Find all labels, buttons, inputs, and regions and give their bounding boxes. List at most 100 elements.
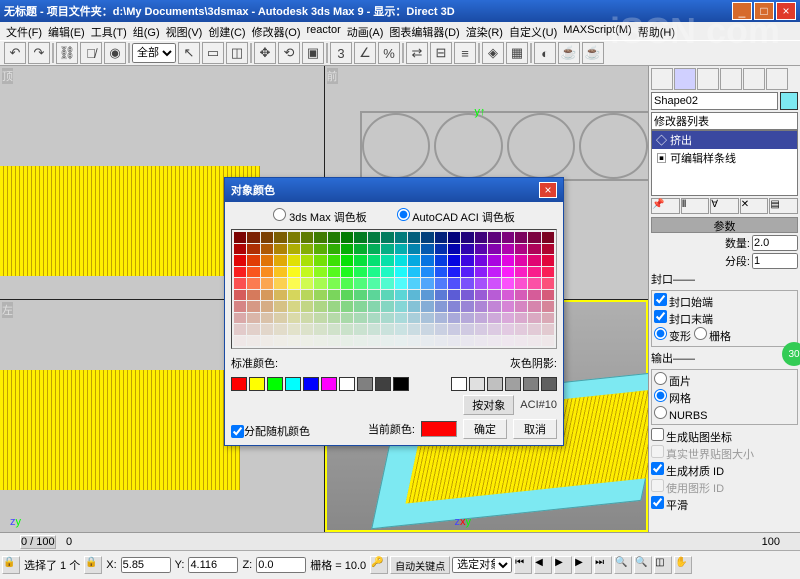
modifier-stack[interactable]: ◇ 挤出 ▣ 可编辑样条线 bbox=[651, 130, 798, 196]
render-scene-button[interactable]: ☕ bbox=[558, 42, 580, 64]
palette-cell[interactable] bbox=[354, 301, 366, 312]
modifier-item-extrude[interactable]: ◇ 挤出 bbox=[652, 131, 797, 149]
pan-button[interactable]: ✋ bbox=[674, 556, 692, 574]
palette-cell[interactable] bbox=[461, 278, 473, 289]
palette-cell[interactable] bbox=[354, 336, 366, 347]
palette-cell[interactable] bbox=[448, 324, 460, 335]
palette-cell[interactable] bbox=[408, 313, 420, 324]
palette-cell[interactable] bbox=[488, 301, 500, 312]
std-color-swatch[interactable] bbox=[375, 377, 391, 391]
palette-cell[interactable] bbox=[542, 336, 554, 347]
redo-button[interactable]: ↷ bbox=[28, 42, 50, 64]
palette-cell[interactable] bbox=[515, 336, 527, 347]
palette-cell[interactable] bbox=[314, 255, 326, 266]
palette-cell[interactable] bbox=[408, 278, 420, 289]
menu-file[interactable]: 文件(F) bbox=[4, 24, 44, 38]
menu-modifier[interactable]: 修改器(O) bbox=[250, 24, 303, 38]
menu-edit[interactable]: 编辑(E) bbox=[46, 24, 87, 38]
palette-cell[interactable] bbox=[341, 301, 353, 312]
palette-cell[interactable] bbox=[234, 255, 246, 266]
tab-motion[interactable] bbox=[720, 68, 742, 90]
palette-cell[interactable] bbox=[475, 244, 487, 255]
amount-spinner[interactable] bbox=[752, 235, 798, 251]
palette-cell[interactable] bbox=[502, 290, 514, 301]
palette-cell[interactable] bbox=[461, 313, 473, 324]
goto-start-button[interactable]: ⏮ bbox=[514, 556, 532, 574]
prev-frame-button[interactable]: ◀ bbox=[534, 556, 552, 574]
scale-button[interactable]: ▣ bbox=[302, 42, 324, 64]
dialog-close-button[interactable]: × bbox=[539, 182, 557, 198]
palette-cell[interactable] bbox=[354, 267, 366, 278]
palette-cell[interactable] bbox=[528, 336, 540, 347]
palette-cell[interactable] bbox=[381, 301, 393, 312]
palette-cell[interactable] bbox=[488, 313, 500, 324]
palette-cell[interactable] bbox=[448, 290, 460, 301]
palette-cell[interactable] bbox=[515, 244, 527, 255]
palette-cell[interactable] bbox=[341, 232, 353, 243]
palette-cell[interactable] bbox=[247, 244, 259, 255]
palette-cell[interactable] bbox=[461, 290, 473, 301]
palette-cell[interactable] bbox=[274, 290, 286, 301]
palette-cell[interactable] bbox=[435, 267, 447, 278]
palette-cell[interactable] bbox=[408, 324, 420, 335]
palette-cell[interactable] bbox=[408, 336, 420, 347]
palette-cell[interactable] bbox=[247, 232, 259, 243]
std-color-swatch[interactable] bbox=[339, 377, 355, 391]
palette-cell[interactable] bbox=[288, 324, 300, 335]
palette-cell[interactable] bbox=[328, 278, 340, 289]
modifier-list-dropdown[interactable] bbox=[651, 112, 798, 130]
palette-cell[interactable] bbox=[515, 278, 527, 289]
palette-cell[interactable] bbox=[448, 255, 460, 266]
palette-cell[interactable] bbox=[542, 278, 554, 289]
palette-cell[interactable] bbox=[381, 290, 393, 301]
time-slider-track[interactable]: 0 / 100 0 100 bbox=[0, 533, 800, 551]
gray-swatch[interactable] bbox=[451, 377, 467, 391]
palette-cell[interactable] bbox=[381, 267, 393, 278]
palette-cell[interactable] bbox=[261, 232, 273, 243]
palette-cell[interactable] bbox=[528, 232, 540, 243]
palette-cell[interactable] bbox=[247, 313, 259, 324]
palette-cell[interactable] bbox=[274, 232, 286, 243]
menu-tools[interactable]: 工具(T) bbox=[89, 24, 129, 38]
cancel-button[interactable]: 取消 bbox=[513, 419, 557, 439]
palette-cell[interactable] bbox=[288, 336, 300, 347]
palette-cell[interactable] bbox=[328, 336, 340, 347]
menu-reactor[interactable]: reactor bbox=[305, 24, 343, 38]
palette-cell[interactable] bbox=[247, 324, 259, 335]
std-color-swatch[interactable] bbox=[303, 377, 319, 391]
select-region-button[interactable]: ◫ bbox=[226, 42, 248, 64]
palette-cell[interactable] bbox=[395, 313, 407, 324]
palette-cell[interactable] bbox=[368, 267, 380, 278]
palette-cell[interactable] bbox=[421, 301, 433, 312]
palette-cell[interactable] bbox=[314, 313, 326, 324]
menu-create[interactable]: 创建(C) bbox=[206, 24, 247, 38]
palette-cell[interactable] bbox=[354, 244, 366, 255]
palette-cell[interactable] bbox=[395, 255, 407, 266]
palette-cell[interactable] bbox=[408, 232, 420, 243]
palette-cell[interactable] bbox=[515, 301, 527, 312]
std-color-swatch[interactable] bbox=[249, 377, 265, 391]
zoom-button[interactable]: 🔍 bbox=[614, 556, 632, 574]
palette-cell[interactable] bbox=[502, 244, 514, 255]
palette-cell[interactable] bbox=[274, 244, 286, 255]
palette-cell[interactable] bbox=[502, 278, 514, 289]
palette-cell[interactable] bbox=[448, 244, 460, 255]
palette-cell[interactable] bbox=[328, 244, 340, 255]
palette-cell[interactable] bbox=[395, 278, 407, 289]
palette-cell[interactable] bbox=[395, 267, 407, 278]
palette-cell[interactable] bbox=[314, 278, 326, 289]
palette-cell[interactable] bbox=[542, 313, 554, 324]
palette-cell[interactable] bbox=[234, 313, 246, 324]
palette-cell[interactable] bbox=[288, 301, 300, 312]
palette-cell[interactable] bbox=[328, 255, 340, 266]
palette-cell[interactable] bbox=[395, 336, 407, 347]
palette-cell[interactable] bbox=[328, 313, 340, 324]
palette-cell[interactable] bbox=[435, 336, 447, 347]
palette-cell[interactable] bbox=[288, 267, 300, 278]
palette-cell[interactable] bbox=[274, 324, 286, 335]
menu-maxscript[interactable]: MAXScript(M) bbox=[561, 24, 633, 38]
x-input[interactable] bbox=[121, 557, 171, 573]
palette-cell[interactable] bbox=[274, 255, 286, 266]
palette-cell[interactable] bbox=[421, 290, 433, 301]
make-unique-button[interactable]: ∀ bbox=[710, 198, 739, 214]
